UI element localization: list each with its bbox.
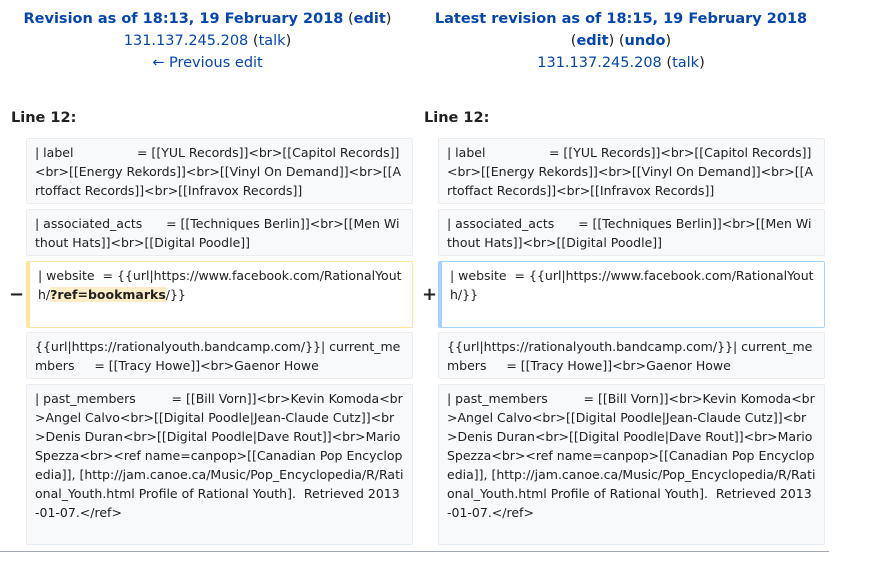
context-line-acts-left: | associated_acts = [[Techniques Berlin]… [26, 209, 413, 256]
context-line-members-left: {{url|https://rationalyouth.bandcamp.com… [26, 332, 413, 379]
context-line-label-left: | label = [[YUL Records]]<br>[[Capitol R… [26, 138, 413, 204]
right-talk-link[interactable]: talk [672, 55, 699, 71]
left-revision-link[interactable]: Revision as of 18:13, 19 February 2018 [24, 11, 344, 27]
deleted-line-marker: − [9, 284, 25, 305]
diff-bottom-divider [0, 551, 829, 552]
right-revision-link[interactable]: Latest revision as of 18:15, 19 February… [435, 11, 807, 27]
added-line-marker: + [422, 284, 438, 305]
context-line-past-right: | past_members = [[Bill Vorn]]<br>Kevin … [438, 384, 825, 545]
left-user-link[interactable]: 131.137.245.208 [124, 33, 249, 49]
left-revision-header: Revision as of 18:13, 19 February 2018 (… [23, 11, 392, 71]
previous-edit-link[interactable]: ← Previous edit [152, 55, 263, 71]
right-revision-header: Latest revision as of 18:15, 19 February… [434, 11, 808, 71]
right-edit-link[interactable]: edit [576, 33, 608, 49]
context-line-label-right: | label = [[YUL Records]]<br>[[Capitol R… [438, 138, 825, 204]
undo-link[interactable]: undo [625, 33, 666, 49]
context-line-members-right: {{url|https://rationalyouth.bandcamp.com… [438, 332, 825, 379]
added-line: | website = {{url|https://www.facebook.c… [438, 261, 825, 328]
left-edit-link[interactable]: edit [354, 11, 386, 27]
right-user-link[interactable]: 131.137.245.208 [537, 55, 662, 71]
left-talk-link[interactable]: talk [259, 33, 286, 49]
left-line-number: Line 12: [11, 110, 77, 126]
context-line-acts-right: | associated_acts = [[Techniques Berlin]… [438, 209, 825, 256]
deleted-line: | website = {{url|https://www.facebook.c… [26, 261, 413, 328]
context-line-past-left: | past_members = [[Bill Vorn]]<br>Kevin … [26, 384, 413, 545]
deleted-text-after: /}} [165, 287, 186, 302]
right-line-number: Line 12: [424, 110, 490, 126]
deleted-text-highlight: ?ref=bookmarks [50, 287, 166, 302]
